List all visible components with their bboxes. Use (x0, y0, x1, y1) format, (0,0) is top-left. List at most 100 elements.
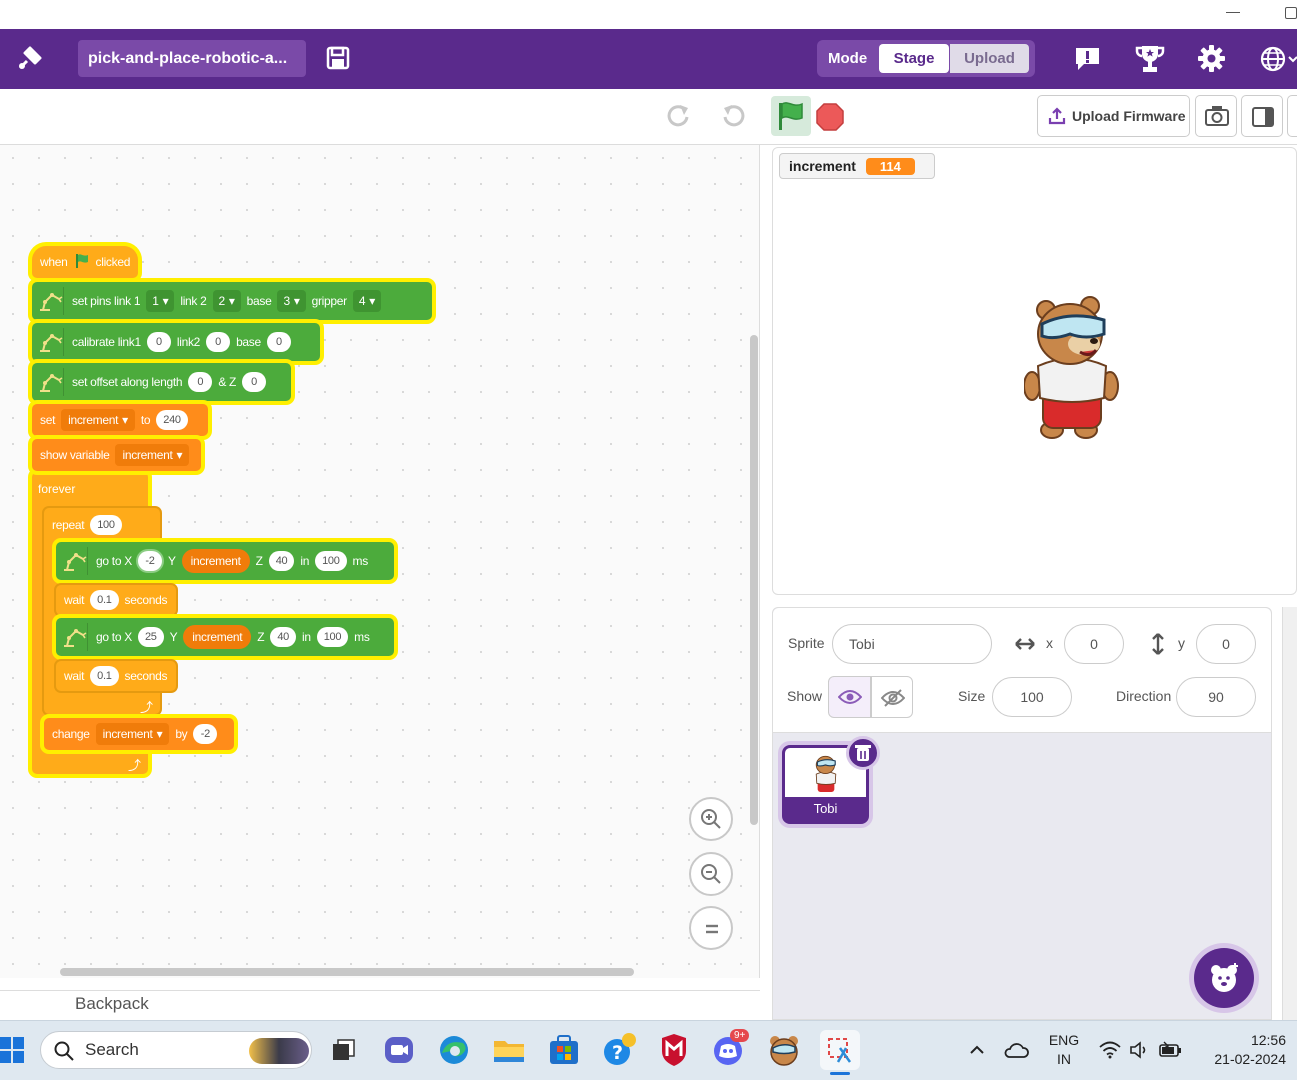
set-offset-block[interactable]: set offset along length 0 & Z 0 (32, 363, 291, 401)
zoom-in-button[interactable] (689, 797, 733, 841)
gripper-pin-dropdown[interactable]: 4 ▾ (352, 290, 381, 312)
wifi-icon[interactable] (1099, 1041, 1121, 1059)
help-app-icon[interactable]: ? (602, 1033, 636, 1067)
delete-sprite-button[interactable] (846, 736, 880, 770)
change-variable-block[interactable]: change increment ▾ by -2 (44, 718, 234, 750)
wait-block[interactable]: wait 0.1 seconds (56, 661, 176, 691)
upload-mode-button[interactable]: Upload (950, 44, 1029, 73)
show-hidden-button[interactable] (871, 676, 913, 718)
horizontal-scrollbar[interactable] (60, 968, 634, 976)
tobi-bear-sprite[interactable] (1023, 296, 1120, 442)
go-to-ms-input[interactable]: 100 (316, 627, 349, 647)
vertical-scrollbar[interactable] (750, 335, 758, 825)
change-value-input[interactable]: -2 (193, 724, 218, 744)
set-value-input[interactable]: 240 (156, 410, 188, 430)
set-variable-block[interactable]: set increment ▾ to 240 (32, 404, 208, 436)
loop-arrow-icon: ⤴ (128, 758, 142, 773)
snipping-tool-icon[interactable] (820, 1030, 860, 1070)
calibrate-base-input[interactable]: 0 (266, 332, 291, 352)
discord-icon[interactable]: 9+ (712, 1029, 750, 1067)
x-position-input[interactable]: 0 (1064, 624, 1124, 664)
wait-block[interactable]: wait 0.1 seconds (56, 585, 176, 615)
layout-toggle-button[interactable] (1241, 95, 1283, 137)
fullscreen-button[interactable] (1287, 95, 1297, 137)
language-globe-icon[interactable] (1259, 45, 1297, 73)
add-sprite-button[interactable] (1194, 948, 1254, 1008)
pictoblox-bear-icon[interactable] (767, 1033, 801, 1067)
offset-z-input[interactable]: 0 (242, 372, 267, 392)
variable-monitor[interactable]: increment 114 (779, 153, 935, 179)
direction-input[interactable]: 90 (1176, 677, 1256, 717)
y-label: y (1178, 635, 1185, 651)
trophy-icon[interactable] (1134, 44, 1166, 74)
go-to-z-input[interactable]: 40 (268, 551, 295, 571)
edge-browser-icon[interactable] (437, 1033, 471, 1067)
stop-icon[interactable] (816, 103, 844, 131)
wait-seconds-input[interactable]: 0.1 (90, 590, 119, 610)
show-variable-dropdown[interactable]: increment ▾ (115, 444, 190, 466)
redo-icon[interactable] (666, 103, 692, 127)
onedrive-cloud-icon[interactable] (1003, 1040, 1029, 1060)
link2-pin-dropdown[interactable]: 2 ▾ (212, 290, 241, 312)
robotic-arm-icon (36, 287, 64, 315)
zoom-out-button[interactable] (689, 852, 733, 896)
calibrate-link2-input[interactable]: 0 (206, 332, 231, 352)
clock[interactable]: 12:56 21-02-2024 (1196, 1031, 1286, 1069)
base-pin-dropdown[interactable]: 3 ▾ (277, 290, 306, 312)
battery-icon[interactable] (1158, 1040, 1182, 1060)
project-name-field[interactable]: pick-and-place-robotic-a... (78, 40, 306, 77)
change-variable-dropdown[interactable]: increment ▾ (95, 723, 170, 745)
taskbar-search-box[interactable]: Search (40, 1031, 312, 1069)
go-to-xyz-block[interactable]: go to X 25 Y increment Z 40 in 100 ms (56, 618, 394, 656)
undo-icon[interactable] (720, 103, 746, 127)
zoom-reset-button[interactable] (689, 906, 733, 950)
feedback-icon[interactable] (1074, 45, 1101, 72)
stage-selector-pane[interactable] (1282, 607, 1297, 1020)
wait-seconds-input[interactable]: 0.1 (90, 666, 119, 686)
go-to-ms-input[interactable]: 100 (315, 551, 347, 571)
sprite-thumbnail-name: Tobi (785, 797, 866, 821)
maximize-icon[interactable] (1285, 7, 1297, 19)
mcafee-icon[interactable] (657, 1033, 691, 1067)
minimize-icon[interactable] (1226, 12, 1240, 13)
go-to-x-input[interactable]: 25 (137, 627, 164, 647)
offset-length-input[interactable]: 0 (188, 372, 213, 392)
screenshot-button[interactable] (1195, 95, 1237, 137)
set-pins-block[interactable]: set pins link 1 1 ▾ link 2 2 ▾ base 3 ▾ gri… (32, 282, 432, 320)
increment-reporter[interactable]: increment (181, 549, 250, 573)
microsoft-store-icon[interactable] (547, 1033, 581, 1067)
calibrate-base-label: base (236, 335, 261, 349)
when-flag-clicked-block[interactable]: when clicked (32, 246, 138, 278)
set-variable-dropdown[interactable]: increment ▾ (61, 409, 135, 431)
task-view-icon[interactable] (327, 1033, 361, 1067)
green-flag-button[interactable] (771, 96, 811, 136)
volume-icon[interactable] (1129, 1041, 1151, 1059)
y-position-input[interactable]: 0 (1196, 624, 1256, 664)
go-to-z-input[interactable]: 40 (270, 627, 296, 647)
repeat-count-input[interactable]: 100 (90, 515, 122, 535)
show-hidden-icons-chevron-icon[interactable] (968, 1041, 986, 1059)
settings-gear-icon[interactable] (1197, 44, 1226, 73)
link2-label: link 2 (180, 294, 207, 308)
windows-start-icon[interactable] (0, 1036, 24, 1064)
app-logo-icon[interactable] (16, 44, 44, 72)
go-to-xyz-block[interactable]: go to X -2 Y increment Z 40 in 100 ms (56, 542, 394, 580)
size-input[interactable]: 100 (992, 677, 1072, 717)
meet-app-icon[interactable] (382, 1033, 416, 1067)
show-visible-button[interactable] (828, 676, 871, 718)
link1-pin-dropdown[interactable]: 1 ▾ (146, 290, 175, 312)
calibrate-block[interactable]: calibrate link1 0 link2 0 base 0 (32, 323, 320, 361)
file-explorer-icon[interactable] (492, 1033, 526, 1067)
calibrate-link1-input[interactable]: 0 (146, 332, 171, 352)
stage-mode-button[interactable]: Stage (879, 44, 949, 73)
increment-reporter[interactable]: increment (183, 625, 252, 649)
go-to-x-input[interactable]: -2 (137, 551, 162, 571)
upload-firmware-button[interactable]: Upload Firmware (1037, 95, 1190, 137)
language-indicator[interactable]: ENG IN (1045, 1031, 1083, 1069)
repeat-block-header[interactable]: repeat 100 (44, 510, 160, 540)
save-icon[interactable] (326, 46, 350, 70)
loop-arrow-icon: ⤴ (140, 700, 154, 715)
svg-text:?: ? (612, 1042, 623, 1064)
sprite-name-input[interactable]: Tobi (832, 624, 992, 664)
show-variable-block[interactable]: show variable increment ▾ (32, 439, 201, 471)
